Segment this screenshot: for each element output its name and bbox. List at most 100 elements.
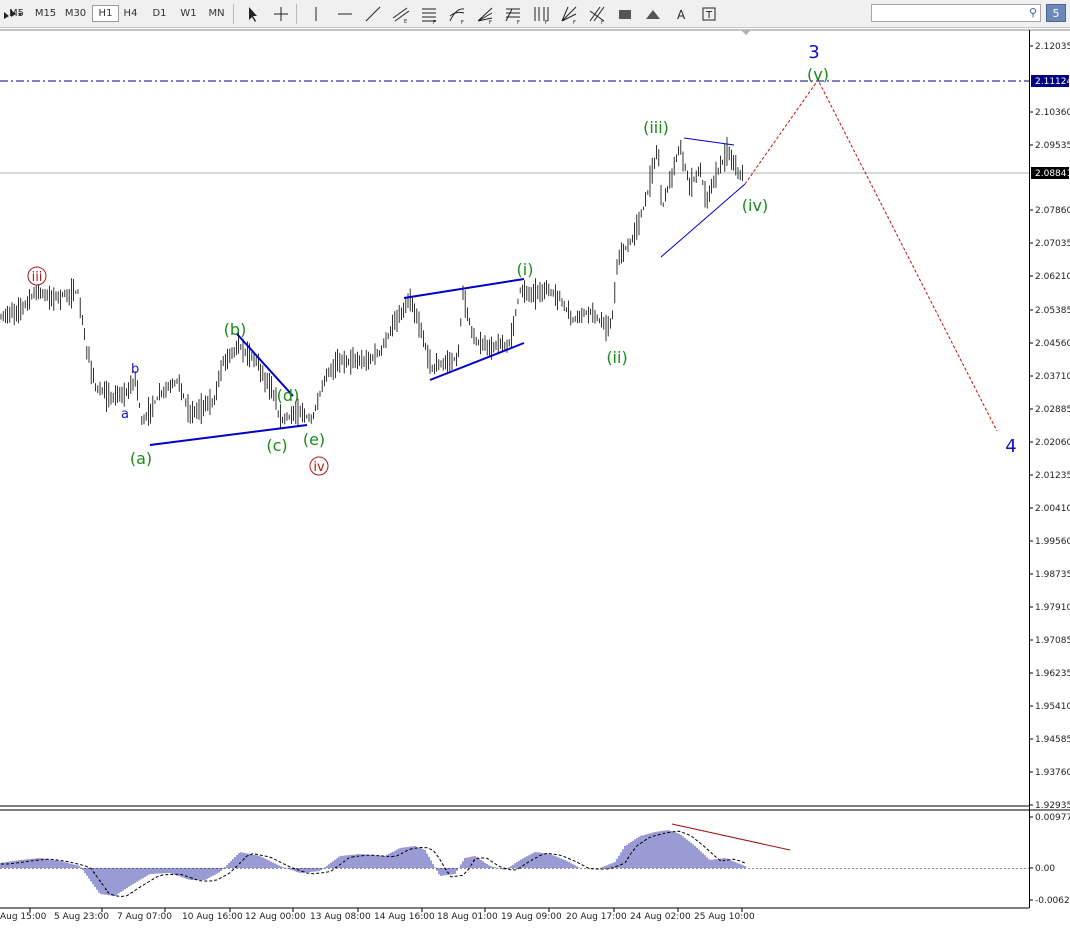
svg-text:E: E	[404, 19, 407, 24]
wave-i-paren: (i)	[517, 260, 534, 279]
wave-4-label: 4	[1005, 436, 1016, 457]
horizontal-line-icon[interactable]	[334, 4, 356, 24]
timeframe-m30[interactable]: M30	[62, 6, 89, 21]
pennant-upper-line[interactable]	[683, 137, 735, 146]
price-tick-label: 2.09535	[1035, 141, 1070, 151]
wave-3-label: 3	[808, 42, 819, 63]
svg-text:F: F	[545, 20, 548, 24]
notification-badge[interactable]: 5	[1046, 4, 1066, 22]
chart-svg[interactable]: 2.12035 2.10360 2.09535 2.07860 2.07035 2.062…	[0, 28, 1070, 927]
pennant-lower-line[interactable]	[660, 183, 746, 258]
svg-text:F: F	[489, 20, 492, 24]
time-tick-label: 10 Aug 16:00	[182, 912, 243, 922]
price-tick-label: 1.96235	[1035, 669, 1070, 679]
timeframe-d1[interactable]: D1	[147, 6, 172, 21]
time-tick-label: 5 Aug 23:00	[54, 912, 109, 922]
svg-text:T: T	[705, 10, 713, 21]
fibonacci-timezones-icon[interactable]: F	[530, 4, 552, 24]
vertical-line-icon[interactable]	[305, 4, 327, 24]
price-tick-label: 1.94585	[1035, 735, 1070, 745]
time-tick-label: 12 Aug 00:00	[245, 912, 306, 922]
equidistant-channel-icon[interactable]: E	[390, 4, 412, 24]
price-tick-label: 2.06210	[1035, 272, 1070, 282]
wave-labels: iii iv a b (a) (b) (c) (d) (e) (i) (ii) …	[27, 42, 1017, 476]
wave-d-paren: (d)	[277, 386, 300, 405]
fibonacci-expansion-icon[interactable]: F	[502, 4, 524, 24]
price-tick-label: 1.99560	[1035, 537, 1070, 547]
price-tick-label: 2.02060	[1035, 438, 1070, 448]
trendline-icon[interactable]	[362, 4, 384, 24]
price-tick-label: 2.07860	[1035, 206, 1070, 216]
current-price-label: 2.08841	[1035, 169, 1070, 179]
toolbar-separator	[296, 4, 297, 24]
arrows-menu-icon[interactable]	[0, 4, 22, 24]
text-label-icon[interactable]: T	[698, 4, 720, 24]
macd-histogram	[0, 830, 746, 896]
time-tick-label: 7 Aug 07:00	[117, 912, 172, 922]
divergence-line[interactable]	[671, 823, 791, 851]
toolbar: M5 M15 M30 H1 H4 D1 W1 MN EFFFFFFFAT ⚲ 5	[0, 0, 1070, 28]
svg-text:F: F	[461, 20, 464, 24]
toolbar-separator	[233, 4, 234, 24]
wedge-upper-line[interactable]	[403, 278, 525, 299]
wave-e-paren: (e)	[303, 430, 325, 449]
timeframe-h1[interactable]: H1	[92, 5, 119, 22]
wave-a-paren: (a)	[130, 449, 152, 468]
trendlines[interactable]	[149, 137, 746, 446]
timeframe-h4[interactable]: H4	[118, 6, 143, 21]
triangle-icon[interactable]	[642, 4, 664, 24]
time-tick-label: 20 Aug 17:00	[566, 912, 627, 922]
svg-text:F: F	[433, 20, 436, 24]
price-tick-label: 2.02885	[1035, 405, 1070, 415]
wave-a-small: a	[121, 407, 129, 422]
price-tick-label: 2.07035	[1035, 239, 1070, 249]
cursor-icon[interactable]	[241, 4, 263, 24]
price-tick-label: 1.92935	[1035, 801, 1070, 811]
price-axis: 2.12035 2.10360 2.09535 2.07860 2.07035 2.062…	[1029, 42, 1070, 811]
fibonacci-retracement-icon[interactable]: F	[418, 4, 440, 24]
time-tick-label: 14 Aug 16:00	[374, 912, 435, 922]
chart-window[interactable]: 2.12035 2.10360 2.09535 2.07860 2.07035 2.062…	[0, 28, 1070, 927]
price-tick-label: 2.05385	[1035, 306, 1070, 316]
price-tick-label: 2.01235	[1035, 471, 1070, 481]
time-tick-label: 19 Aug 09:00	[501, 912, 562, 922]
time-tick-label: 24 Aug 02:00	[630, 912, 691, 922]
price-bars	[0, 137, 743, 428]
wave-iii-paren: (iii)	[643, 118, 669, 137]
price-tick-label: 1.98735	[1035, 570, 1070, 580]
projection-path[interactable]	[744, 79, 998, 432]
fibonacci-fan-icon[interactable]: F	[474, 4, 496, 24]
price-tick-label: 2.10360	[1035, 108, 1070, 118]
time-tick-label: 18 Aug 01:00	[437, 912, 498, 922]
price-tick-label: 2.03710	[1035, 372, 1070, 382]
wave-iii-circle-label: iii	[32, 270, 43, 285]
timeframe-m15[interactable]: M15	[33, 6, 58, 21]
timeframe-mn[interactable]: MN	[203, 6, 230, 21]
time-tick-label: 25 Aug 10:00	[694, 912, 755, 922]
text-icon[interactable]: A	[670, 4, 692, 24]
wave-b-small: b	[131, 362, 139, 377]
svg-text:F: F	[517, 20, 520, 24]
wedge-lower-line[interactable]	[429, 342, 525, 381]
price-tick-label: 2.00410	[1035, 504, 1070, 514]
indicator-axis: 0.009778 0.00 -0.00627	[1029, 813, 1070, 906]
svg-text:A: A	[677, 8, 686, 22]
wave-v-paren: (v)	[807, 65, 829, 84]
target-price-label: 2.11124	[1035, 77, 1070, 87]
svg-text:F: F	[573, 20, 576, 24]
price-tick-label: 1.97910	[1035, 603, 1070, 613]
gann-fan-icon[interactable]: F	[558, 4, 580, 24]
crosshair-icon[interactable]	[270, 4, 292, 24]
rectangle-icon[interactable]	[614, 4, 636, 24]
indicator-tick-label: 0.00	[1035, 864, 1055, 874]
search-icon[interactable]: ⚲	[1029, 6, 1037, 19]
timeframe-w1[interactable]: W1	[176, 6, 201, 21]
svg-text:F: F	[601, 20, 604, 24]
time-tick-label: 13 Aug 08:00	[310, 912, 371, 922]
chart-shift-marker[interactable]	[741, 30, 751, 35]
price-tick-label: 1.95410	[1035, 702, 1070, 712]
search-input[interactable]: ⚲	[871, 4, 1041, 22]
indicator-tick-label: -0.00627	[1035, 896, 1070, 906]
gann-grid-icon[interactable]: F	[586, 4, 608, 24]
fibonacci-arcs-icon[interactable]: F	[446, 4, 468, 24]
